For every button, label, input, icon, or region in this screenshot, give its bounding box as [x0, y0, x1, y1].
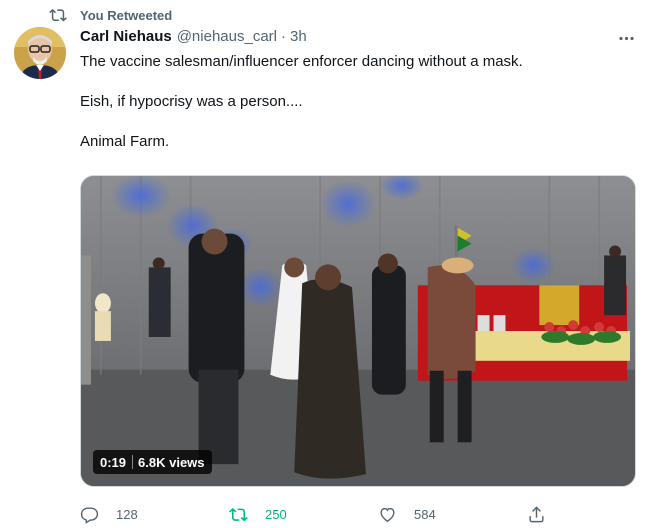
video-stats-badge: 0:19 6.8K views: [93, 450, 212, 474]
more-options-button[interactable]: [612, 27, 640, 49]
retweet-icon: [49, 8, 67, 22]
tweet-paragraph: The vaccine salesman/influencer enforcer…: [80, 53, 523, 70]
share-icon: [529, 505, 544, 522]
more-icon: [618, 36, 634, 40]
badge-divider: [132, 455, 134, 469]
separator-dot: ·: [281, 28, 286, 45]
video-player[interactable]: 0:19 6.8K views: [80, 175, 636, 487]
tweet-time[interactable]: 3h: [290, 28, 307, 45]
like-button[interactable]: 584: [378, 505, 436, 524]
tweet-paragraph: Animal Farm.: [80, 133, 170, 150]
like-count: 584: [414, 506, 436, 522]
retweet-icon: [229, 507, 248, 521]
retweet-button[interactable]: 250: [229, 505, 287, 524]
avatar[interactable]: [14, 27, 66, 79]
tweet-actions: 128 250 584: [80, 500, 550, 528]
reply-count: 128: [116, 506, 138, 522]
tweet-paragraph: Eish, if hypocrisy was a person....: [80, 93, 303, 110]
video-duration: 0:19: [100, 454, 127, 470]
tweet-text: The vaccine salesman/influencer enforcer…: [80, 52, 630, 152]
tweet-header: Carl Niehaus @niehaus_carl · 3h: [80, 28, 307, 45]
video-frame: [81, 176, 635, 486]
reply-icon: [80, 506, 99, 524]
author-handle[interactable]: @niehaus_carl: [177, 28, 277, 45]
retweet-context-label: You Retweeted: [80, 7, 173, 23]
author-name[interactable]: Carl Niehaus: [80, 28, 172, 45]
video-views: 6.8K views: [138, 454, 205, 470]
share-button[interactable]: [527, 505, 563, 524]
heart-icon: [380, 507, 395, 522]
retweet-count: 250: [265, 506, 287, 522]
reply-button[interactable]: 128: [80, 505, 138, 524]
retweet-context: You Retweeted: [49, 6, 172, 24]
